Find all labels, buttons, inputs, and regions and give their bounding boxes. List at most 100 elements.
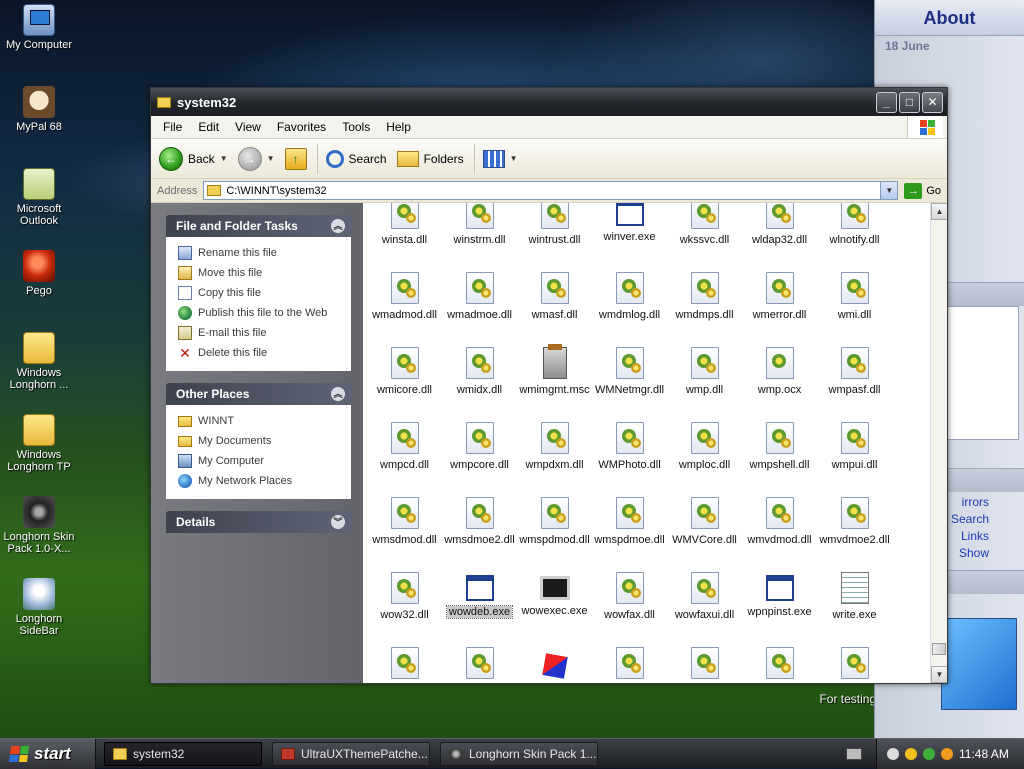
maximize-button[interactable]: □: [899, 91, 920, 113]
file-item[interactable]: [592, 639, 667, 683]
file-item[interactable]: [742, 639, 817, 683]
file-item[interactable]: wmp.dll: [667, 339, 742, 414]
close-button[interactable]: ✕: [922, 91, 943, 113]
desktop-icon-longhorn-folder[interactable]: Windows Longhorn ...: [0, 332, 78, 391]
back-button[interactable]: ← Back ▼: [159, 146, 228, 171]
task-publish[interactable]: Publish this file to the Web: [178, 303, 351, 323]
go-button[interactable]: → Go: [904, 182, 941, 199]
sidebar-about-title[interactable]: About: [875, 0, 1024, 36]
forward-button[interactable]: → ▼: [237, 146, 275, 171]
chevron-up-icon[interactable]: ︽: [331, 387, 345, 401]
file-item[interactable]: wmdmps.dll: [667, 264, 742, 339]
taskbar-item-system32[interactable]: system32: [104, 741, 262, 766]
file-item[interactable]: wmadmoe.dll: [442, 264, 517, 339]
folders-button[interactable]: Folders: [396, 150, 464, 167]
scroll-down-arrow-icon[interactable]: ▼: [931, 666, 947, 683]
menu-help[interactable]: Help: [378, 120, 419, 134]
desktop-icon-sidebar[interactable]: Longhorn SideBar: [0, 578, 78, 637]
place-my-network[interactable]: My Network Places: [178, 471, 351, 491]
file-item[interactable]: wmidx.dll: [442, 339, 517, 414]
file-item[interactable]: wmpdxm.dll: [517, 414, 592, 489]
file-item[interactable]: wmi.dll: [817, 264, 892, 339]
clock[interactable]: 11:48 AM: [959, 747, 1009, 761]
file-item[interactable]: wldap32.dll: [742, 203, 817, 264]
file-item[interactable]: wmpshell.dll: [742, 414, 817, 489]
file-item[interactable]: winver.exe: [592, 203, 667, 264]
file-item[interactable]: winsta.dll: [367, 203, 442, 264]
start-button[interactable]: start: [0, 738, 96, 769]
file-item[interactable]: wmpasf.dll: [817, 339, 892, 414]
desktop-icon-pego[interactable]: Pego: [0, 250, 78, 297]
file-item[interactable]: [817, 639, 892, 683]
tray-search-icon[interactable]: [941, 747, 953, 760]
task-email[interactable]: E-mail this file: [178, 323, 351, 343]
file-item[interactable]: wmpcore.dll: [442, 414, 517, 489]
network-tray-icon[interactable]: [887, 747, 899, 760]
minimize-button[interactable]: _: [876, 91, 897, 113]
file-item[interactable]: wmicore.dll: [367, 339, 442, 414]
file-item[interactable]: wmadmod.dll: [367, 264, 442, 339]
file-item[interactable]: [367, 639, 442, 683]
task-move[interactable]: Move this file: [178, 263, 351, 283]
views-button[interactable]: ▼: [482, 149, 518, 168]
file-item[interactable]: wmp.ocx: [742, 339, 817, 414]
file-item[interactable]: wmspdmoe.dll: [592, 489, 667, 564]
file-item[interactable]: wmimgmt.msc: [517, 339, 592, 414]
file-item[interactable]: wmpcd.dll: [367, 414, 442, 489]
file-item[interactable]: wowfax.dll: [592, 564, 667, 639]
file-item[interactable]: wmsdmod.dll: [367, 489, 442, 564]
file-item[interactable]: wmvdmod.dll: [742, 489, 817, 564]
menu-tools[interactable]: Tools: [334, 120, 378, 134]
file-item[interactable]: wmspdmod.dll: [517, 489, 592, 564]
file-item[interactable]: wmasf.dll: [517, 264, 592, 339]
file-item[interactable]: wmploc.dll: [667, 414, 742, 489]
menu-edit[interactable]: Edit: [190, 120, 227, 134]
keyboard-icon[interactable]: [846, 747, 862, 760]
file-item[interactable]: [442, 639, 517, 683]
file-item[interactable]: wlnotify.dll: [817, 203, 892, 264]
file-item[interactable]: WMPhoto.dll: [592, 414, 667, 489]
desktop-icon-longhorn-tp[interactable]: Windows Longhorn TP: [0, 414, 78, 473]
file-item[interactable]: wmsdmoe2.dll: [442, 489, 517, 564]
details-header[interactable]: Details ︾: [166, 511, 351, 533]
scroll-up-arrow-icon[interactable]: ▲: [931, 203, 947, 220]
title-bar[interactable]: system32 _ □ ✕: [151, 88, 947, 116]
file-item[interactable]: wowfaxui.dll: [667, 564, 742, 639]
chevron-up-icon[interactable]: ︽: [331, 219, 345, 233]
file-item[interactable]: WMVCore.dll: [667, 489, 742, 564]
file-item[interactable]: write.exe: [817, 564, 892, 639]
file-item[interactable]: [517, 639, 592, 683]
file-item[interactable]: wmerror.dll: [742, 264, 817, 339]
chevron-down-icon[interactable]: ︾: [331, 515, 345, 529]
file-item[interactable]: wowexec.exe: [517, 564, 592, 639]
menu-file[interactable]: File: [155, 120, 190, 134]
chevron-down-icon[interactable]: ▼: [267, 154, 275, 163]
other-places-header[interactable]: Other Places ︽: [166, 383, 351, 405]
address-input[interactable]: C:\WINNT\system32 ▼: [203, 181, 899, 200]
taskbar-item-longhorn-skin[interactable]: Longhorn Skin Pack 1...: [440, 741, 598, 766]
file-item[interactable]: winstrm.dll: [442, 203, 517, 264]
task-delete[interactable]: ✕ Delete this file: [178, 343, 351, 363]
file-item[interactable]: wow32.dll: [367, 564, 442, 639]
file-item[interactable]: wowdeb.exe: [442, 564, 517, 639]
file-item[interactable]: wmdmlog.dll: [592, 264, 667, 339]
place-my-computer[interactable]: My Computer: [178, 451, 351, 471]
file-item[interactable]: [667, 639, 742, 683]
file-folder-tasks-header[interactable]: File and Folder Tasks ︽: [166, 215, 351, 237]
file-item[interactable]: wmpui.dll: [817, 414, 892, 489]
chevron-down-icon[interactable]: ▼: [220, 154, 228, 163]
desktop-icon-my-computer[interactable]: My Computer: [0, 4, 78, 51]
file-list-pane[interactable]: winsta.dll winstrm.dll wintrust.dll winver.…: [363, 203, 947, 683]
security-shield-icon[interactable]: [905, 747, 917, 760]
vertical-scrollbar[interactable]: ▲ ▼: [930, 203, 947, 683]
up-button[interactable]: ↑: [284, 147, 307, 170]
file-item[interactable]: wpnpinst.exe: [742, 564, 817, 639]
place-my-documents[interactable]: My Documents: [178, 431, 351, 451]
tray-app-icon[interactable]: [923, 747, 935, 760]
scroll-thumb[interactable]: [932, 643, 946, 655]
task-copy[interactable]: Copy this file: [178, 283, 351, 303]
file-item[interactable]: wintrust.dll: [517, 203, 592, 264]
desktop-icon-outlook[interactable]: Microsoft Outlook: [0, 168, 78, 227]
desktop-icon-mypal[interactable]: MyPal 68: [0, 86, 78, 133]
menu-view[interactable]: View: [227, 120, 269, 134]
